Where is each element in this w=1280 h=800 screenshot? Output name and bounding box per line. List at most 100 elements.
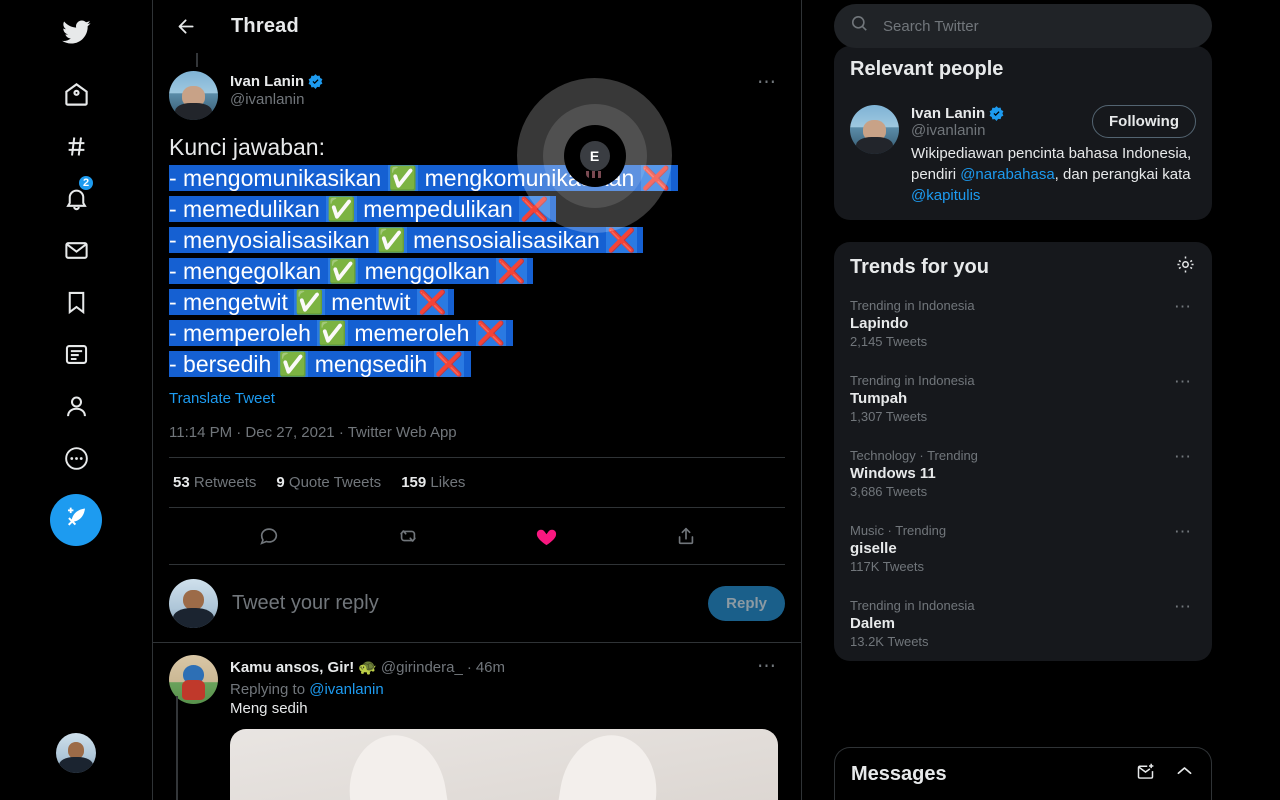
sidebar-item-more[interactable] xyxy=(50,432,102,484)
page-title: Thread xyxy=(231,15,299,37)
following-button[interactable]: Following xyxy=(1092,105,1196,138)
account-avatar[interactable] xyxy=(56,733,96,773)
check-mark-icon: ✅ xyxy=(317,320,348,346)
answer-correct: - mengetwit xyxy=(169,289,288,315)
share-icon[interactable] xyxy=(668,518,704,554)
turtle-emoji-icon: 🐢 xyxy=(358,659,377,676)
check-mark-icon: ✅ xyxy=(327,258,359,284)
thread-connector-line xyxy=(176,696,178,800)
cat-ear-left xyxy=(341,729,455,800)
messages-title: Messages xyxy=(851,762,947,785)
trend-body: Trending in Indonesia Tumpah 1,307 Tweet… xyxy=(850,373,975,424)
feather-plus-icon xyxy=(63,505,89,536)
trend-more-button[interactable]: ⋯ xyxy=(1170,373,1196,391)
answer-wrong: memeroleh xyxy=(354,320,470,346)
avatar xyxy=(169,579,218,628)
main-timeline-column: Thread Ivan Lanin @ivanlanin ⋯ Kunci jaw… xyxy=(152,0,802,800)
search-input[interactable]: Search Twitter xyxy=(834,4,1212,48)
trend-item[interactable]: Technology · Trending Windows 11 3,686 T… xyxy=(834,436,1212,511)
sidebar-item-bookmarks[interactable] xyxy=(50,276,102,328)
answer-line: - mengegolkan ✅ menggolkan ❌ xyxy=(169,256,785,287)
trend-category: Trending in Indonesia xyxy=(850,598,975,613)
author-display-name: Ivan Lanin xyxy=(230,73,305,90)
trends-header: Trends for you xyxy=(834,242,1212,286)
reply-handle: @girindera_ xyxy=(380,658,463,676)
trend-body: Trending in Indonesia Lapindo 2,145 Twee… xyxy=(850,298,975,349)
sidebar-item-profile[interactable] xyxy=(50,380,102,432)
answer-line: - bersedih ✅ mengsedih ❌ xyxy=(169,349,785,380)
new-message-icon[interactable] xyxy=(1135,761,1156,787)
trend-item[interactable]: Music · Trending giselle 117K Tweets ⋯ xyxy=(834,511,1212,586)
search-placeholder: Search Twitter xyxy=(883,17,979,35)
reply-more-button[interactable]: ⋯ xyxy=(749,655,785,679)
relevant-person-handle: @ivanlanin xyxy=(911,122,986,139)
back-arrow-icon[interactable] xyxy=(169,10,203,44)
bookmark-icon xyxy=(63,289,90,316)
retweet-icon[interactable] xyxy=(390,518,426,554)
reply-author-row: Kamu ansos, Gir! 🐢 @girindera_ · 46m ⋯ xyxy=(230,655,785,679)
retweets-stat[interactable]: 53 Retweets xyxy=(173,474,256,491)
trend-category: Music · Trending xyxy=(850,523,947,538)
bio-mention-narabahasa[interactable]: @narabahasa xyxy=(960,166,1054,183)
trend-more-button[interactable]: ⋯ xyxy=(1170,298,1196,316)
home-icon xyxy=(63,81,90,108)
check-mark-icon: ✅ xyxy=(277,351,309,377)
trend-more-button[interactable]: ⋯ xyxy=(1170,448,1196,466)
tweet-more-button[interactable]: ⋯ xyxy=(749,71,785,95)
reply-icon[interactable] xyxy=(251,518,287,554)
trend-item[interactable]: Trending in Indonesia Lapindo 2,145 Twee… xyxy=(834,286,1212,361)
answer-wrong: menggolkan xyxy=(364,258,490,284)
author-name-block[interactable]: Ivan Lanin @ivanlanin xyxy=(230,71,749,108)
twitter-bird-logo[interactable] xyxy=(50,6,102,58)
trend-more-button[interactable]: ⋯ xyxy=(1170,598,1196,616)
trend-category: Technology · Trending xyxy=(850,448,978,463)
trend-name: Dalem xyxy=(850,615,896,632)
reply-display-name: Kamu ansos, Gir! xyxy=(230,658,355,676)
list-icon xyxy=(63,341,90,368)
quote-tweets-stat[interactable]: 9 Quote Tweets xyxy=(276,474,381,491)
reply-button[interactable]: Reply xyxy=(708,586,785,621)
avatar[interactable] xyxy=(169,71,218,120)
replying-to-prefix: Replying to xyxy=(230,681,310,698)
gear-icon[interactable] xyxy=(1175,254,1196,280)
avatar[interactable] xyxy=(850,105,899,154)
answer-wrong: mengsedih xyxy=(314,351,428,377)
trend-category: Trending in Indonesia xyxy=(850,373,975,388)
sidebar-item-messages[interactable] xyxy=(50,224,102,276)
more-circle-icon xyxy=(63,445,90,472)
trend-body: Trending in Indonesia Dalem 13.2K Tweets xyxy=(850,598,975,649)
translate-tweet-link[interactable]: Translate Tweet xyxy=(169,390,275,407)
reply-timestamp: 46m xyxy=(475,658,506,676)
focused-tweet: Ivan Lanin @ivanlanin ⋯ Kunci jawaban: -… xyxy=(153,53,801,565)
cat-ear-right xyxy=(551,729,665,800)
sidebar-item-notifications[interactable]: 2 xyxy=(50,172,102,224)
answer-line: - mengetwit ✅ mentwit ❌ xyxy=(169,287,785,318)
like-icon[interactable] xyxy=(529,518,565,554)
reply-input[interactable]: Tweet your reply xyxy=(232,592,694,615)
chevron-up-icon[interactable] xyxy=(1174,761,1195,787)
trend-item[interactable]: Trending in Indonesia Dalem 13.2K Tweets… xyxy=(834,586,1212,661)
answer-line: - memedulikan ✅ mempedulikan ❌ xyxy=(169,194,785,225)
compose-tweet-button[interactable] xyxy=(50,494,102,546)
tweet-text: Kunci jawaban: - mengomunikasikan ✅ meng… xyxy=(169,132,785,380)
trend-more-button[interactable]: ⋯ xyxy=(1170,523,1196,541)
tweet-actions xyxy=(169,508,785,564)
likes-stat[interactable]: 159 Likes xyxy=(401,474,465,491)
replying-to-mention[interactable]: @ivanlanin xyxy=(309,681,383,698)
right-sidebar: Relevant people Ivan Lanin @ivanlanin Fo… xyxy=(802,0,1280,800)
answer-line: - memperoleh ✅ memeroleh ❌ xyxy=(169,318,785,349)
sidebar-item-lists[interactable] xyxy=(50,328,102,380)
twitter-app: 2 Thread Ivan Lanin @ivanlanin ⋯ Kunci j… xyxy=(0,0,1280,800)
reply-attached-image[interactable] xyxy=(230,729,778,800)
reply-dot-separator: · xyxy=(466,658,472,676)
cross-mark-icon: ❌ xyxy=(606,227,637,253)
messages-dock[interactable]: Messages xyxy=(834,747,1212,800)
trend-count: 3,686 Tweets xyxy=(850,484,928,499)
relevant-person-names[interactable]: Ivan Lanin @ivanlanin xyxy=(911,105,1092,139)
trend-item[interactable]: Trending in Indonesia Tumpah 1,307 Tweet… xyxy=(834,361,1212,436)
bio-mention-kapitulis[interactable]: @kapitulis xyxy=(911,187,980,204)
sidebar-item-explore[interactable] xyxy=(50,120,102,172)
answer-wrong: mentwit xyxy=(331,289,411,315)
sidebar-item-home[interactable] xyxy=(50,68,102,120)
trends-panel: Trends for you Trending in Indonesia Lap… xyxy=(834,242,1212,661)
